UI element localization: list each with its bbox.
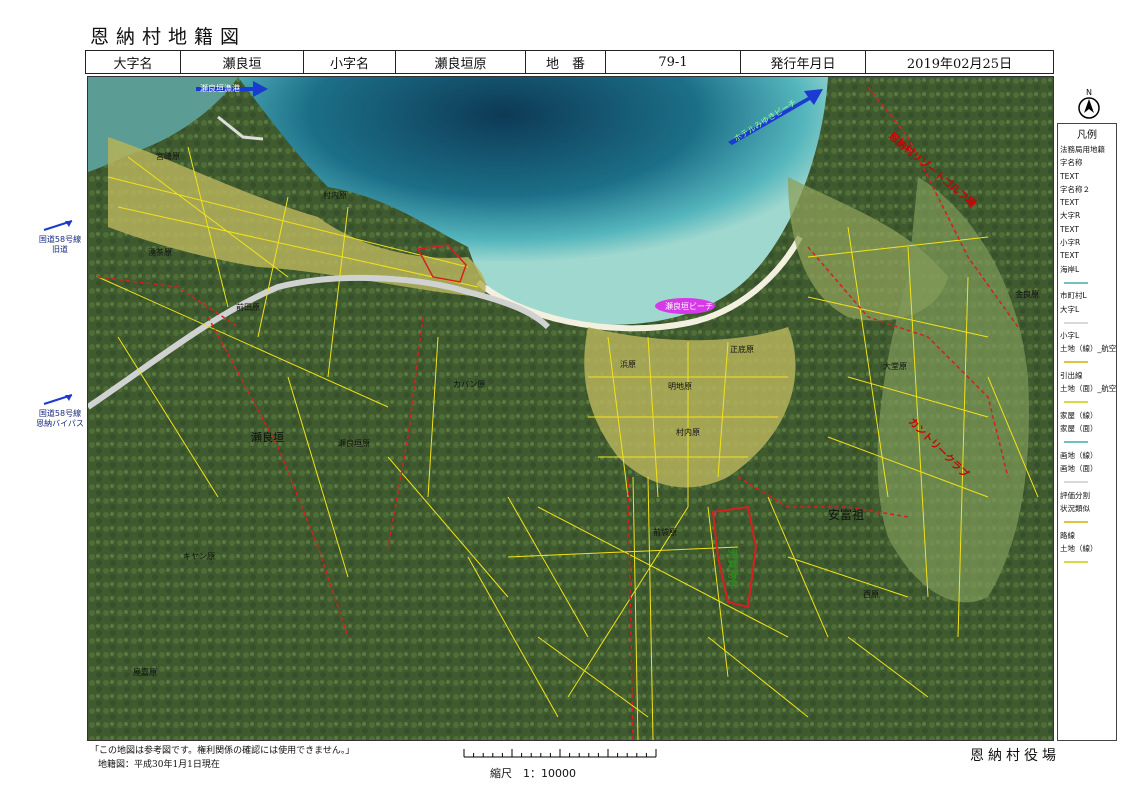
legend-item: 土地（線） [1060,543,1098,553]
legend-title: 凡例 [1077,130,1097,141]
blue-arrow-icon [43,394,73,405]
route58-bypass-line1: 国道58号線 [38,409,82,418]
label-p10: 金良原 [1015,289,1039,299]
scale-bar [460,745,660,767]
legend-item: 評価分割 [1060,490,1090,500]
label-p17: 西原 [863,590,879,599]
legend-item: 大字R [1060,211,1081,221]
legend-item: 家屋（面） [1060,424,1098,434]
chiban-value: 79-1 [606,51,741,73]
label-p12: 瀬良垣 [251,430,284,444]
label-p15: 前袋原 [653,527,677,537]
scale-label: 縮尺 1：10000 [490,767,576,780]
route58-bypass-line2: 恩納バイパス [36,419,84,428]
legend-sample [1058,515,1116,528]
cadastre-date-note: 地籍図：平成30年1月1日現在 [98,760,220,770]
oaza-value: 瀬良垣 [181,51,304,73]
legend-sample [1058,316,1116,329]
label-p1: 宮崎原 [156,151,180,161]
legend-items: 法務局用地籍 字名称 TEXT 字名称２ TEXT 大字R TEXT 小字R TEXT 海岸L 市町… [1058,143,1116,569]
legend-item: 家屋（線） [1060,410,1098,420]
legend-item: 土地（面）_航空 [1060,384,1116,394]
legend-item: 土地（線）_航空 [1060,344,1116,354]
legend-item: 画地（面） [1060,464,1098,474]
koaza-label: 小字名 [304,51,396,73]
oaza-label: 大字名 [86,51,181,73]
label-property: 売買物件 [726,549,739,589]
route58-old-line2: 旧道 [52,245,68,254]
label-p4: 前田原 [236,302,260,312]
legend-sample [1058,475,1116,488]
legend-item: 画地（線） [1060,450,1098,460]
label-p11: カバン原 [453,380,485,389]
route58-bypass-note: 国道58号線 恩納バイパス [30,392,90,429]
north-arrow: N [1075,88,1103,123]
label-p8: 村内原 [676,427,700,437]
header-table: 大字名 瀬良垣 小字名 瀬良垣原 地 番 79-1 発行年月日 2019年02月… [85,50,1054,74]
disclaimer-note: 「この地図は参考図です。権利関係の確認には使用できません。」 [90,746,355,756]
legend-item: 引出線 [1060,371,1083,381]
legend-item: 字名称２ [1060,184,1090,194]
footer-notes: 「この地図は参考図です。権利関係の確認には使用できません。」 地籍図：平成30年… [90,744,354,772]
label-p7: 明地原 [668,381,692,391]
map-canvas[interactable]: 瀬良垣漁港 ホテルみゆきビーチ 瀬良垣ビーチ 宮崎原 村内原 湧茶原 前田原 浜… [88,77,1053,740]
label-beach: 瀬良垣ビーチ [665,301,713,311]
legend-sample [1058,396,1116,409]
date-label: 発行年月日 [741,51,866,73]
legend-item: 路線 [1060,530,1075,540]
north-label: N [1086,88,1092,97]
legend-item: 字名称 [1060,158,1083,168]
legend-sample [1058,436,1116,449]
chiban-label: 地 番 [526,51,606,73]
legend-item: 市町村L [1060,291,1087,301]
legend-item: 小字R [1060,238,1081,248]
label-p6: 正底原 [730,344,754,354]
legend-item: TEXT [1060,224,1079,234]
legend-item: TEXT [1060,198,1079,208]
legend-item: 状況類似 [1060,504,1090,514]
legend-sample [1058,276,1116,289]
legend-sample [1058,356,1116,369]
legend-item: 海岸L [1060,264,1080,274]
scale-bar-graphic [463,749,657,758]
label-p3: 湧茶原 [148,247,172,257]
legend-item: 法務局用地籍 [1060,145,1105,154]
legend-item: TEXT [1060,171,1079,181]
label-p2: 村内原 [323,190,347,200]
label-p14: キヤン原 [183,552,215,561]
label-p16: 安富祖 [828,507,864,522]
legend-item: 小字L [1060,331,1080,341]
cadastral-map[interactable]: 瀬良垣漁港 ホテルみゆきビーチ 瀬良垣ビーチ 宮崎原 村内原 湧茶原 前田原 浜… [87,76,1054,741]
legend-item: 大字L [1060,304,1080,314]
north-arrow-icon [1078,97,1100,119]
document-title: 恩納村地籍図 [90,26,247,48]
koaza-value: 瀬良垣原 [396,51,526,73]
label-p9: 大堂原 [883,361,907,371]
route58-old-line1: 国道58号線 [38,235,82,244]
legend-item: TEXT [1060,251,1079,261]
route58-old-note: 国道58号線 旧道 [30,218,90,255]
blue-arrow-icon [43,220,73,231]
label-p18: 屋嘉原 [133,667,157,677]
label-port: 瀬良垣漁港 [200,83,240,93]
label-p5: 浜原 [620,359,636,369]
legend-sample [1058,555,1116,568]
date-value: 2019年02月25日 [906,56,1013,72]
label-p13: 瀬良垣原 [338,438,370,448]
legend-panel: 凡例 法務局用地籍 字名称 TEXT 字名称２ TEXT 大字R TEXT 小字R TEXT 海岸… [1057,123,1117,741]
office-name: 恩納村役場 [970,748,1060,764]
